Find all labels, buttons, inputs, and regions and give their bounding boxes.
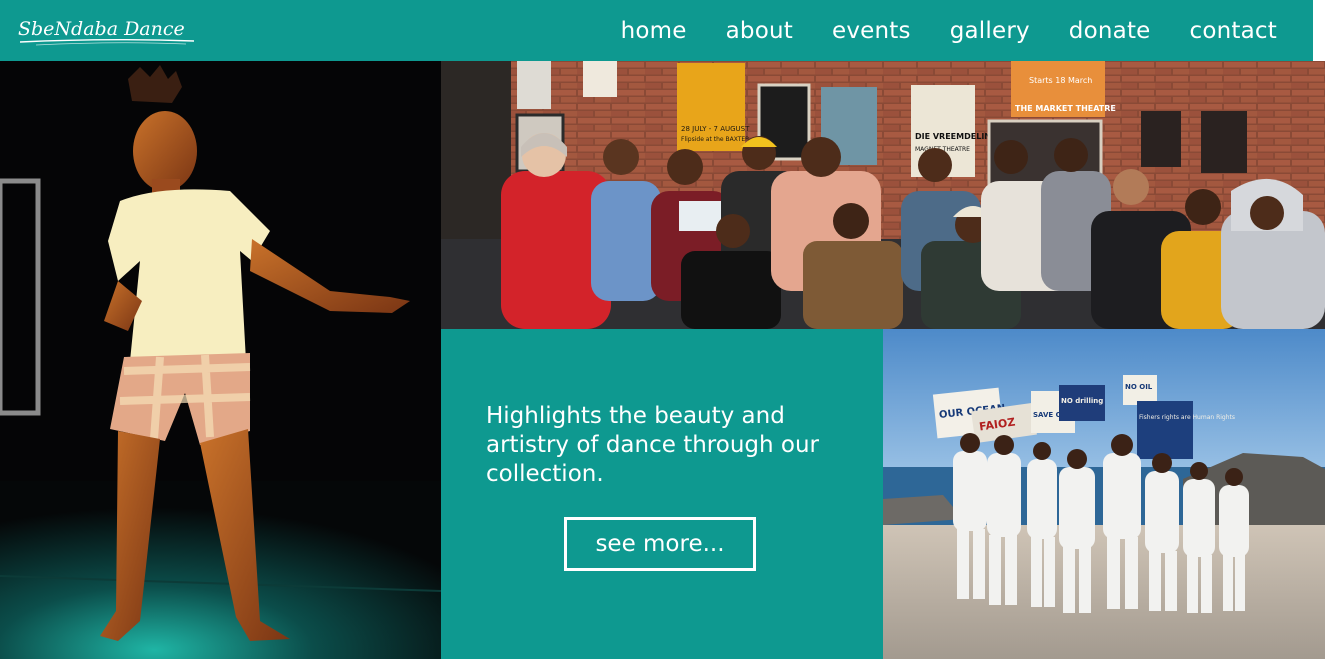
- logo-signature: SbeNdaba Dance: [18, 18, 195, 46]
- feature-tagline: Highlights the beauty and artistry of da…: [486, 403, 819, 487]
- nav-about[interactable]: about: [726, 18, 793, 44]
- site-header: SbeNdaba Dance home about events gallery…: [0, 0, 1313, 61]
- site-logo[interactable]: SbeNdaba Dance: [16, 8, 200, 48]
- see-more-button[interactable]: see more...: [564, 517, 756, 571]
- nav-events[interactable]: events: [832, 18, 911, 44]
- svg-text:Fishers rights are Human Right: Fishers rights are Human Rights: [1139, 414, 1235, 421]
- nav-donate[interactable]: donate: [1069, 18, 1151, 44]
- svg-text:THE MARKET THEATRE: THE MARKET THEATRE: [1015, 104, 1116, 113]
- nav-gallery[interactable]: gallery: [950, 18, 1030, 44]
- beach-protest-photo: OUR OCEAN FAIOZ SAVE OUR OCEAN NO drilli…: [883, 329, 1325, 659]
- dancer-photo: [0, 61, 441, 659]
- svg-text:Flipside at the BAXTER: Flipside at the BAXTER: [681, 136, 749, 143]
- group-photo: 28 JULY - 7 AUGUST Flipside at the BAXTE…: [441, 61, 1325, 329]
- logo-text: SbeNdaba Dance: [18, 18, 185, 40]
- feature-card: Highlights the beauty and artistry of da…: [441, 329, 883, 659]
- svg-text:NO drilling: NO drilling: [1061, 397, 1103, 405]
- svg-text:NO OIL: NO OIL: [1125, 383, 1153, 391]
- svg-text:DIE VREEMDELING: DIE VREEMDELING: [915, 132, 998, 141]
- nav-home[interactable]: home: [621, 18, 687, 44]
- svg-text:Starts 18 March: Starts 18 March: [1029, 76, 1092, 85]
- main-nav: home about events gallery donate contact: [621, 0, 1277, 61]
- svg-text:28 JULY - 7 AUGUST: 28 JULY - 7 AUGUST: [681, 125, 750, 133]
- nav-contact[interactable]: contact: [1190, 18, 1277, 44]
